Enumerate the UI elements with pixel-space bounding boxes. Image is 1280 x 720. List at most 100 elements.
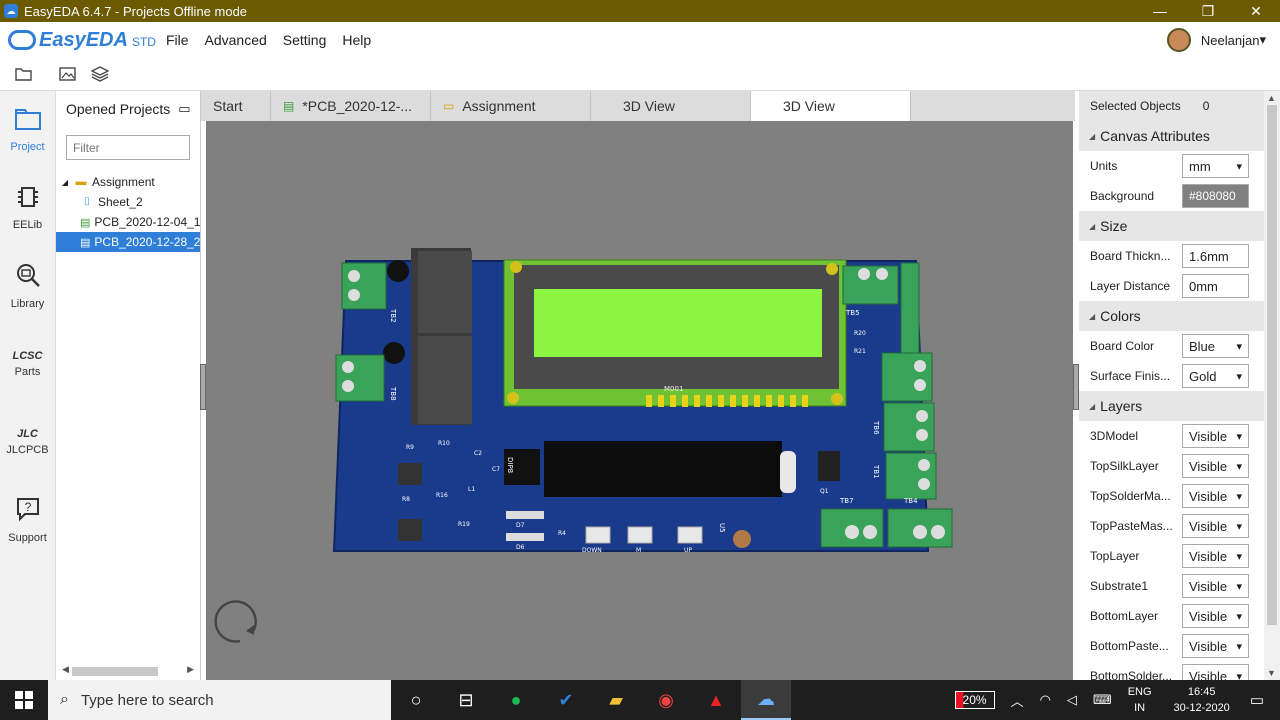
rail-library[interactable]: Library: [0, 247, 55, 325]
section-size[interactable]: ◢ Size: [1079, 211, 1264, 241]
layer-visibility-select[interactable]: Visible: [1182, 604, 1249, 628]
rail-label: Project: [10, 141, 45, 153]
scroll-thumb[interactable]: [72, 667, 158, 676]
restore-button[interactable]: ❐: [1184, 0, 1232, 22]
label-tb4: TB4: [903, 497, 918, 505]
image-export-icon[interactable]: [58, 65, 78, 83]
close-button[interactable]: ✕: [1232, 0, 1280, 22]
file-explorer-icon[interactable]: ▰: [591, 680, 641, 720]
taskbar-search-box[interactable]: ⌕ Type here to search: [48, 680, 391, 720]
3d-view-canvas[interactable]: M001 TB2 TB8 TB5 TB6 TB1 TB7 TB4 DIP8 U5…: [206, 121, 1073, 680]
layer-visibility-select[interactable]: Visible: [1182, 634, 1249, 658]
easyeda-taskbar-icon[interactable]: ☁: [741, 680, 791, 720]
collapse-triangle-icon: ◢: [1089, 401, 1096, 411]
ic-ok1: [398, 463, 422, 485]
label-r21: R21: [854, 348, 866, 355]
tab-assignment[interactable]: ▭ Assignment: [431, 91, 591, 121]
lang-code: ENG: [1127, 686, 1152, 698]
layer-visibility-select[interactable]: Visible: [1182, 544, 1249, 568]
minimize-button[interactable]: —: [1136, 0, 1184, 22]
rail-parts[interactable]: LCSC Parts: [0, 325, 55, 403]
prop-layer-topsolder: TopSolderMa... Visible: [1079, 481, 1264, 511]
language-indicator[interactable]: ENG IN: [1128, 684, 1152, 716]
chrome-icon[interactable]: ◉: [641, 680, 691, 720]
section-colors[interactable]: ◢ Colors: [1079, 301, 1264, 331]
user-menu[interactable]: Neelanjan ▾: [1166, 28, 1266, 52]
layer-distance-input[interactable]: 0mm: [1182, 274, 1249, 298]
windows-logo-icon: [15, 691, 33, 709]
windows-start-button[interactable]: [0, 680, 48, 720]
tree-item-pcb-1[interactable]: ▤ PCB_2020-12-04_1: [56, 212, 200, 232]
tab-pcb[interactable]: ▤ *PCB_2020-12-...: [271, 91, 431, 121]
filter-input[interactable]: [66, 135, 190, 160]
menu-setting[interactable]: Setting: [283, 32, 327, 48]
prop-label: TopPasteMas...: [1090, 519, 1173, 533]
tree-folder-assignment[interactable]: ◢ ▬ Assignment: [56, 172, 200, 192]
volume-icon[interactable]: ◁: [1067, 692, 1077, 708]
background-color-input[interactable]: #808080: [1182, 184, 1249, 208]
rail-project[interactable]: Project: [0, 91, 55, 169]
scroll-left-icon[interactable]: ◀: [62, 664, 69, 675]
logo-text: EasyEDA: [39, 28, 128, 51]
scroll-up-icon[interactable]: ▲: [1267, 93, 1276, 103]
section-canvas-attributes[interactable]: ◢ Canvas Attributes: [1079, 121, 1264, 151]
opened-projects-panel: Opened Projects ▭ ◢ ▬ Assignment ⌷ Sheet…: [56, 91, 201, 680]
tree-item-sheet[interactable]: ⌷ Sheet_2: [56, 192, 200, 212]
layer-visibility-select[interactable]: Visible: [1182, 664, 1249, 680]
folder-icon: ▬: [75, 176, 87, 188]
scroll-thumb[interactable]: [1267, 105, 1277, 625]
collapse-triangle-icon[interactable]: ◢: [60, 178, 70, 187]
label-r16: R16: [436, 492, 448, 499]
menu-help[interactable]: Help: [342, 32, 371, 48]
chevron-up-icon[interactable]: ︿: [1011, 691, 1024, 710]
surface-finish-select[interactable]: Gold: [1182, 364, 1249, 388]
wifi-icon[interactable]: ◠: [1040, 692, 1051, 708]
label-u5: U5: [718, 523, 726, 533]
label-c7: C7: [492, 466, 500, 473]
label-l1: L1: [468, 486, 475, 493]
layer-visibility-select[interactable]: Visible: [1182, 484, 1249, 508]
todo-icon[interactable]: ✔: [541, 680, 591, 720]
board-thickness-input[interactable]: 1.6mm: [1182, 244, 1249, 268]
notification-icon[interactable]: ▭: [1250, 691, 1264, 709]
units-select[interactable]: mm: [1182, 154, 1249, 178]
tab-start[interactable]: Start: [201, 91, 271, 121]
vertical-scrollbar[interactable]: ▲ ▼: [1264, 91, 1280, 680]
section-layers[interactable]: ◢ Layers: [1079, 391, 1264, 421]
avatar: [1166, 28, 1191, 52]
layer-visibility-select[interactable]: Visible: [1182, 514, 1249, 538]
layer-visibility-select[interactable]: Visible: [1182, 424, 1249, 448]
menu-advanced[interactable]: Advanced: [205, 32, 267, 48]
rail-eelib[interactable]: EELib: [0, 169, 55, 247]
prop-layer-toppaste: TopPasteMas... Visible: [1079, 511, 1264, 541]
layers-icon[interactable]: [90, 65, 110, 83]
layer-visibility-select[interactable]: Visible: [1182, 454, 1249, 478]
open-folder-icon[interactable]: [14, 65, 34, 83]
tab-3d-view-2[interactable]: 3D View: [751, 91, 911, 121]
scroll-right-icon[interactable]: ▶: [187, 664, 194, 675]
acrobat-icon[interactable]: ▲: [691, 680, 741, 720]
taskbar-clock[interactable]: 16:45 30-12-2020: [1174, 684, 1230, 716]
spotify-icon[interactable]: ●: [491, 680, 541, 720]
task-view-icon[interactable]: ⊟: [441, 680, 491, 720]
rail-support[interactable]: ? Support: [0, 481, 55, 559]
menu-file[interactable]: File: [166, 32, 189, 48]
section-title: Canvas Attributes: [1100, 128, 1210, 144]
keyboard-icon[interactable]: ⌨: [1093, 692, 1112, 708]
prop-layer-3dmodel: 3DModel Visible: [1079, 421, 1264, 451]
tab-3d-view-1[interactable]: 3D View: [591, 91, 751, 121]
board-color-select[interactable]: Blue: [1182, 334, 1249, 358]
reset-rotation-icon[interactable]: [214, 600, 257, 643]
tree-item-pcb-2[interactable]: ▤ PCB_2020-12-28_2: [56, 232, 200, 252]
scroll-down-icon[interactable]: ▼: [1267, 668, 1276, 678]
calendar-icon[interactable]: ▭: [178, 101, 190, 117]
pcb-3d-render: M001 TB2 TB8 TB5 TB6 TB1 TB7 TB4 DIP8 U5…: [214, 248, 953, 643]
battery-indicator[interactable]: 20%: [954, 691, 995, 709]
layer-visibility-select[interactable]: Visible: [1182, 574, 1249, 598]
horizontal-scrollbar[interactable]: ◀ ▶: [60, 664, 196, 678]
collapse-left-panel-handle[interactable]: [200, 364, 206, 410]
schematic-icon: ⌷: [83, 195, 91, 208]
cortana-icon[interactable]: ○: [391, 680, 441, 720]
rail-jlcpcb[interactable]: JLC JLCPCB: [0, 403, 55, 481]
tab-label: *PCB_2020-12-...: [302, 98, 413, 114]
